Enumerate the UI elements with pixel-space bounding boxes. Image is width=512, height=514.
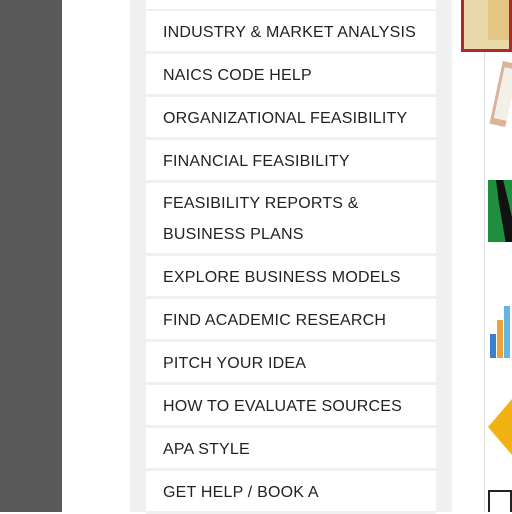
thumbnail-image-yellow-arrow[interactable]: [488, 395, 512, 457]
thumbnail-image-green[interactable]: [488, 180, 512, 242]
nav-item-evaluate-sources[interactable]: HOW TO EVALUATE SOURCES: [146, 385, 436, 428]
nav-item-get-help-book[interactable]: GET HELP / BOOK A: [146, 471, 436, 514]
nav-item-organizational-feasibility[interactable]: ORGANIZATIONAL FEASIBILITY: [146, 97, 436, 140]
nav-item-label: FIND ACADEMIC RESEARCH: [163, 312, 387, 329]
nav-item-previous-partial[interactable]: [146, 0, 436, 11]
nav-item-label: GET HELP / BOOK A: [163, 484, 319, 501]
thumbnail-image-highlighted[interactable]: [461, 0, 512, 52]
nav-item-explore-business-models[interactable]: EXPLORE BUSINESS MODELS: [146, 256, 436, 299]
nav-item-label: HOW TO EVALUATE SOURCES: [163, 398, 403, 415]
nav-item-industry-market-analysis[interactable]: INDUSTRY & MARKET ANALYSIS: [146, 11, 436, 54]
nav-item-feasibility-reports[interactable]: FEASIBILITY REPORTS & BUSINESS PLANS: [146, 183, 436, 256]
thumbnail-image-bordered[interactable]: [488, 490, 512, 512]
nav-item-naics-code-help[interactable]: NAICS CODE HELP: [146, 54, 436, 97]
nav-item-label: APA STYLE: [163, 441, 250, 458]
thumbnail-image-bar-chart[interactable]: [488, 292, 512, 358]
nav-item-financial-feasibility[interactable]: FINANCIAL FEASIBILITY: [146, 140, 436, 183]
nav-item-label: EXPLORE BUSINESS MODELS: [163, 269, 401, 286]
nav-item-label: NAICS CODE HELP: [163, 67, 312, 84]
left-gutter: [0, 0, 62, 512]
guide-navigation-menu: INDUSTRY & MARKET ANALYSIS NAICS CODE HE…: [146, 0, 436, 514]
thumbnail-image-clipboard[interactable]: [488, 58, 512, 128]
nav-item-label: FEASIBILITY REPORTS & BUSINESS PLANS: [163, 195, 359, 243]
nav-item-label: PITCH YOUR IDEA: [163, 355, 307, 372]
nav-item-pitch-your-idea[interactable]: PITCH YOUR IDEA: [146, 342, 436, 385]
nav-item-label: ORGANIZATIONAL FEASIBILITY: [163, 110, 408, 127]
nav-item-apa-style[interactable]: APA STYLE: [146, 428, 436, 471]
nav-item-label: FINANCIAL FEASIBILITY: [163, 153, 350, 170]
nav-item-find-academic-research[interactable]: FIND ACADEMIC RESEARCH: [146, 299, 436, 342]
nav-item-label: INDUSTRY & MARKET ANALYSIS: [163, 24, 416, 41]
